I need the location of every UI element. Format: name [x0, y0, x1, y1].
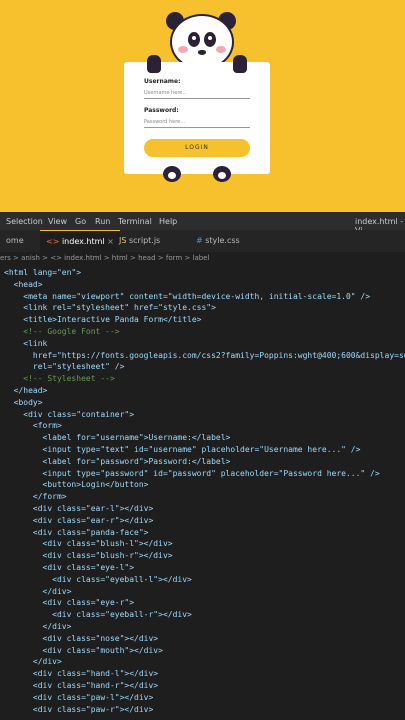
code-line[interactable]: </form>: [4, 491, 67, 503]
code-line[interactable]: <title>Interactive Panda Form</title>: [4, 314, 201, 326]
code-line[interactable]: <input type="password" id="password" pla…: [4, 468, 380, 480]
code-line[interactable]: </head>: [4, 385, 48, 397]
code-line[interactable]: <input type="text" id="username" placeho…: [4, 444, 361, 456]
login-form: Username: Username here... Password: Pas…: [124, 62, 270, 174]
password-input[interactable]: Password here...: [144, 118, 250, 128]
code-line[interactable]: </div>: [4, 656, 62, 668]
code-line[interactable]: <meta name="viewport" content="width=dev…: [4, 291, 370, 303]
code-line[interactable]: <html lang="en">: [4, 267, 81, 279]
login-button[interactable]: LOGIN: [144, 139, 250, 157]
tab-label: script.js: [128, 236, 161, 245]
code-line[interactable]: rel="stylesheet" />: [4, 361, 125, 373]
code-line[interactable]: </div>: [4, 621, 72, 633]
code-line[interactable]: <div class="eye-r">: [4, 597, 135, 609]
code-line[interactable]: <label for="password">Password:</label>: [4, 456, 231, 468]
code-line[interactable]: <div class="blush-r"></div>: [4, 550, 173, 562]
tab-label: ome: [6, 236, 24, 245]
tab-style-css[interactable]: # style.css: [190, 230, 246, 252]
panda-eye-left: [188, 32, 200, 47]
panda-nose: [198, 50, 206, 55]
menu-go[interactable]: Go: [75, 217, 86, 226]
code-line[interactable]: <div class="paw-l"></div>: [4, 692, 153, 704]
menu-help[interactable]: Help: [159, 217, 177, 226]
code-line[interactable]: <body>: [4, 397, 43, 409]
editor-tabs: ome <> index.html × JS script.js # style…: [0, 230, 405, 253]
code-line[interactable]: <head>: [4, 279, 43, 291]
code-line[interactable]: <div class="hand-r"></div>: [4, 680, 158, 692]
menu-view[interactable]: View: [48, 217, 67, 226]
code-line[interactable]: <link: [4, 338, 47, 350]
code-line[interactable]: <div class="mouth"></div>: [4, 645, 163, 657]
panda-eye-right: [204, 32, 216, 47]
code-line[interactable]: <form>: [4, 420, 62, 432]
password-label: Password:: [144, 107, 179, 114]
html-file-icon: <>: [46, 237, 60, 246]
code-line[interactable]: <div class="eyeball-l"></div>: [4, 574, 192, 586]
code-line[interactable]: <!-- Google Font -->: [4, 326, 119, 338]
code-line[interactable]: <div class="container">: [4, 409, 134, 421]
menu-selection[interactable]: Selection: [6, 217, 43, 226]
tab-home[interactable]: ome: [0, 230, 30, 252]
tab-index-html[interactable]: <> index.html ×: [40, 230, 120, 253]
css-file-icon: #: [196, 236, 203, 245]
tab-label: style.css: [205, 236, 240, 245]
code-line[interactable]: <div class="panda-face">: [4, 527, 149, 539]
code-line[interactable]: <div class="nose"></div>: [4, 633, 159, 645]
username-input[interactable]: Username here...: [144, 89, 250, 99]
panda-paw-left: [163, 166, 181, 182]
code-line[interactable]: <div class="ear-r"></div>: [4, 515, 153, 527]
code-line[interactable]: </div>: [4, 586, 72, 598]
panda-hand-left: [147, 55, 161, 73]
panda-paw-right: [213, 166, 231, 182]
code-line[interactable]: <div class="blush-l"></div>: [4, 538, 173, 550]
tab-script-js[interactable]: JS script.js: [113, 230, 166, 252]
panda-blush-right: [216, 46, 226, 53]
code-editor[interactable]: <html lang="en"> <head> <meta name="view…: [0, 265, 405, 720]
code-line[interactable]: <label for="username">Username:</label>: [4, 432, 231, 444]
code-line[interactable]: <div class="hand-l"></div>: [4, 668, 158, 680]
code-line[interactable]: <div class="eye-l">: [4, 562, 135, 574]
code-line[interactable]: href="https://fonts.googleapis.com/css2?…: [4, 350, 405, 362]
code-line[interactable]: <button>Login</button>: [4, 479, 149, 491]
js-file-icon: JS: [119, 236, 127, 245]
tab-label: index.html: [61, 237, 105, 246]
code-line[interactable]: <div class="ear-l"></div>: [4, 503, 153, 515]
code-line[interactable]: <div class="paw-r"></div>: [4, 704, 153, 716]
breadcrumb[interactable]: ers > anish > <> index.html > html > hea…: [0, 252, 405, 265]
panda-hand-right: [233, 55, 247, 73]
menu-run[interactable]: Run: [95, 217, 110, 226]
menu-terminal[interactable]: Terminal: [118, 217, 152, 226]
menu-bar: Selection View Go Run Terminal Help inde…: [0, 212, 405, 235]
username-label: Username:: [144, 78, 181, 85]
preview-panel: Username: Username here... Password: Pas…: [0, 0, 405, 212]
panda-blush-left: [178, 46, 188, 53]
code-line[interactable]: <!-- Stylesheet -->: [4, 373, 115, 385]
code-line[interactable]: <div class="eyeball-r"></div>: [4, 609, 192, 621]
code-line[interactable]: <link rel="stylesheet" href="style.css">: [4, 302, 216, 314]
